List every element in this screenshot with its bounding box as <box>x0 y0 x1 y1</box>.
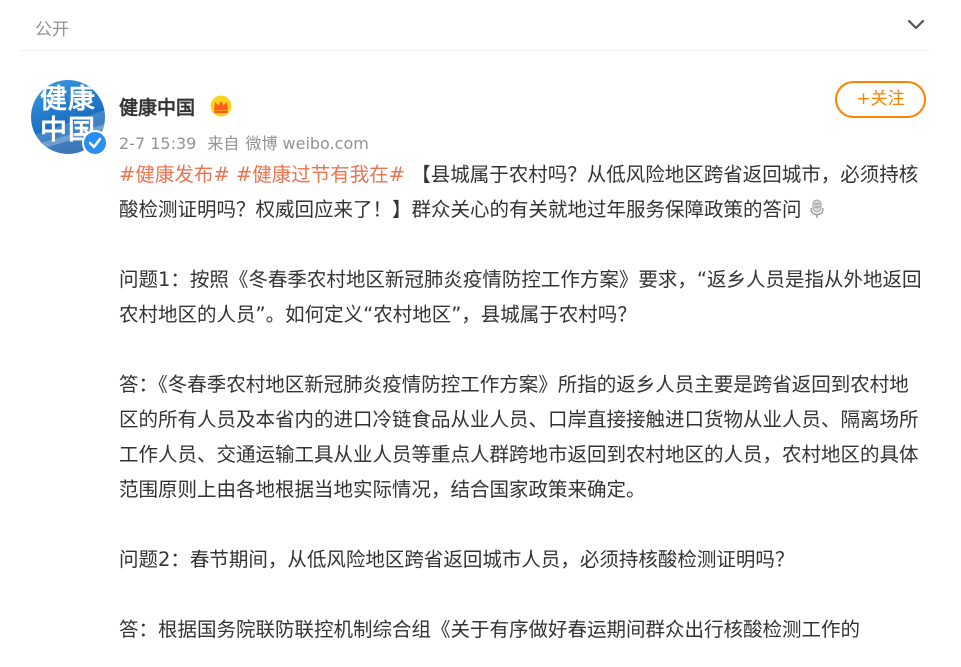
follow-button[interactable]: +关注 <box>835 81 926 118</box>
hashtag-link[interactable]: #健康发布# <box>119 163 230 186</box>
answer-1: 答：《冬春季农村地区新冠肺炎疫情防控工作方案》所指的返乡人员主要是跨省返回到农村… <box>119 373 919 501</box>
visibility-label: 公开 <box>35 20 69 40</box>
avatar[interactable]: 健康 中国 <box>31 80 108 156</box>
verified-badge <box>82 130 108 156</box>
answer-2: 答：根据国务院联防联控机制综合组《关于有序做好春运期间群众出行核酸检测工作的 <box>119 618 861 641</box>
visibility-bar: 公开 <box>20 0 930 51</box>
headline-paragraph: #健康发布# #健康过节有我在# 【县城属于农村吗？从低风险地区跨省返回城市，必… <box>119 157 924 227</box>
post-meta: 2-7 15:39 来自 微博 weibo.com <box>119 130 375 154</box>
chevron-down-icon[interactable] <box>904 12 928 36</box>
weibo-post-card: 公开 健康 中国 健康中国 2-7 15:39 来自 微博 weibo.com … <box>0 0 961 667</box>
question-2: 问题2：春节期间，从低风险地区跨省返回城市人员，必须持核酸检测证明吗？ <box>119 548 795 571</box>
post-body: #健康发布# #健康过节有我在# 【县城属于农村吗？从低风险地区跨省返回城市，必… <box>119 157 924 647</box>
post-source: 微博 weibo.com <box>245 134 369 153</box>
source-prefix: 来自 <box>207 134 240 153</box>
microphone-icon <box>808 195 826 218</box>
question-1: 问题1：按照《冬春季农村地区新冠肺炎疫情防控工作方案》要求，“返乡人员是指从外地… <box>119 268 922 326</box>
crown-icon[interactable] <box>209 95 233 117</box>
check-icon <box>88 137 102 149</box>
post-time[interactable]: 2-7 15:39 <box>119 134 196 153</box>
hashtag-link[interactable]: #健康过节有我在# <box>236 163 405 186</box>
author-name[interactable]: 健康中国 <box>119 93 195 120</box>
